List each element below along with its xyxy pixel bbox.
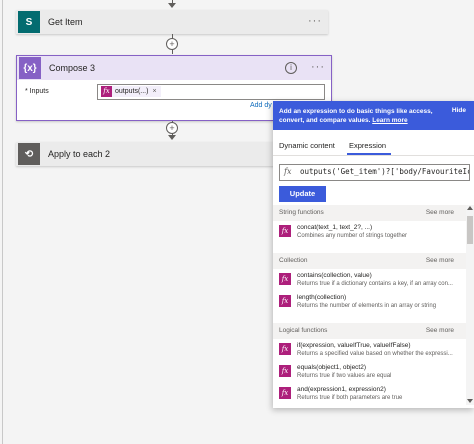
get-item-title: Get Item	[48, 17, 83, 27]
get-item-more-button[interactable]: ···	[308, 16, 322, 27]
token-remove-button[interactable]: ×	[152, 88, 156, 95]
compose-icon: {x}	[19, 57, 41, 79]
function-item-if[interactable]: fx if(expression, valueIfTrue, valueIfFa…	[273, 339, 466, 361]
fx-icon: fx	[101, 86, 112, 97]
section-title: String functions	[279, 209, 324, 216]
scroll-up-arrow-icon[interactable]	[467, 206, 473, 210]
fx-icon: fx	[279, 225, 291, 237]
function-description: Returns true if both parameters are true	[297, 395, 403, 401]
function-item-equals[interactable]: fx equals(object1, object2) Returns true…	[273, 361, 466, 383]
add-dynamic-content-link[interactable]: Add dy	[250, 102, 272, 109]
see-more-link[interactable]: See more	[426, 209, 454, 216]
connector-arrow	[168, 135, 176, 140]
function-description: Combines any number of strings together	[297, 233, 408, 239]
section-title: Logical functions	[279, 327, 328, 334]
function-description: Returns a specified value based on wheth…	[297, 351, 453, 357]
section-string-functions: String functions See more	[273, 205, 466, 221]
expression-value: outputs('Get_item')?['body/FavouriteIceC…	[300, 167, 469, 176]
fx-icon: fx	[284, 167, 292, 176]
scroll-thumb[interactable]	[467, 216, 473, 244]
section-logical-functions: Logical functions See more	[273, 323, 466, 339]
fx-icon: fx	[279, 273, 291, 285]
get-item-card[interactable]: S Get Item ···	[16, 10, 328, 34]
panel-header-text: Add an expression to do basic things lik…	[279, 108, 433, 124]
function-name: length(collection)	[297, 294, 347, 301]
compose-more-button[interactable]: ···	[311, 62, 325, 73]
function-item-contains[interactable]: fx contains(collection, value) Returns t…	[273, 269, 466, 291]
sharepoint-icon: S	[18, 11, 40, 33]
scroll-down-arrow-icon[interactable]	[467, 399, 473, 403]
inputs-label: * Inputs	[25, 88, 49, 95]
fx-icon: fx	[279, 365, 291, 377]
expression-panel: Add an expression to do basic things lik…	[273, 101, 474, 408]
function-name: and(expression1, expression2)	[297, 386, 386, 393]
info-icon[interactable]: i	[285, 62, 297, 74]
expression-token[interactable]: fx outputs(...) ×	[101, 86, 161, 97]
panel-header: Add an expression to do basic things lik…	[273, 101, 474, 130]
learn-more-link[interactable]: Learn more	[372, 117, 407, 124]
see-more-link[interactable]: See more	[426, 327, 454, 334]
function-item-concat[interactable]: fx concat(text_1, text_2?, ...) Combines…	[273, 221, 466, 243]
loop-icon: ⟲	[18, 143, 40, 165]
inputs-field[interactable]: fx outputs(...) ×	[97, 84, 325, 100]
expression-input[interactable]: fx outputs('Get_item')?['body/FavouriteI…	[279, 164, 470, 181]
function-description: Returns the number of elements in an arr…	[297, 303, 437, 309]
function-name: contains(collection, value)	[297, 272, 372, 279]
fx-icon: fx	[279, 387, 291, 399]
token-label: outputs(...)	[115, 88, 149, 95]
function-list: String functions See more fx concat(text…	[273, 205, 466, 405]
section-title: Collection	[279, 257, 308, 264]
connector-arrow	[168, 3, 176, 8]
function-name: if(expression, valueIfTrue, valueIfFalse…	[297, 342, 411, 349]
apply-title: Apply to each 2	[48, 149, 111, 159]
see-more-link[interactable]: See more	[426, 257, 454, 264]
tab-expression[interactable]: Expression	[349, 141, 386, 150]
function-list-scrollbar[interactable]	[466, 205, 474, 405]
fx-icon: fx	[279, 343, 291, 355]
fx-icon: fx	[279, 295, 291, 307]
hide-button[interactable]: Hide	[452, 107, 466, 114]
compose-title: Compose 3	[49, 63, 96, 73]
function-name: equals(object1, object2)	[297, 364, 367, 371]
insert-step-button[interactable]: +	[166, 38, 178, 50]
function-description: Returns true if two values are equal	[297, 373, 392, 379]
function-description: Returns true if a dictionary contains a …	[297, 281, 453, 287]
tab-dynamic-content[interactable]: Dynamic content	[279, 141, 335, 150]
insert-step-button[interactable]: +	[166, 122, 178, 134]
function-item-length[interactable]: fx length(collection) Returns the number…	[273, 291, 466, 313]
function-item-and[interactable]: fx and(expression1, expression2) Returns…	[273, 383, 466, 405]
function-name: concat(text_1, text_2?, ...)	[297, 224, 373, 231]
update-button[interactable]: Update	[279, 186, 326, 202]
section-collection: Collection See more	[273, 253, 466, 269]
panel-tabs: Dynamic content Expression	[273, 137, 474, 156]
active-tab-indicator	[347, 153, 391, 155]
